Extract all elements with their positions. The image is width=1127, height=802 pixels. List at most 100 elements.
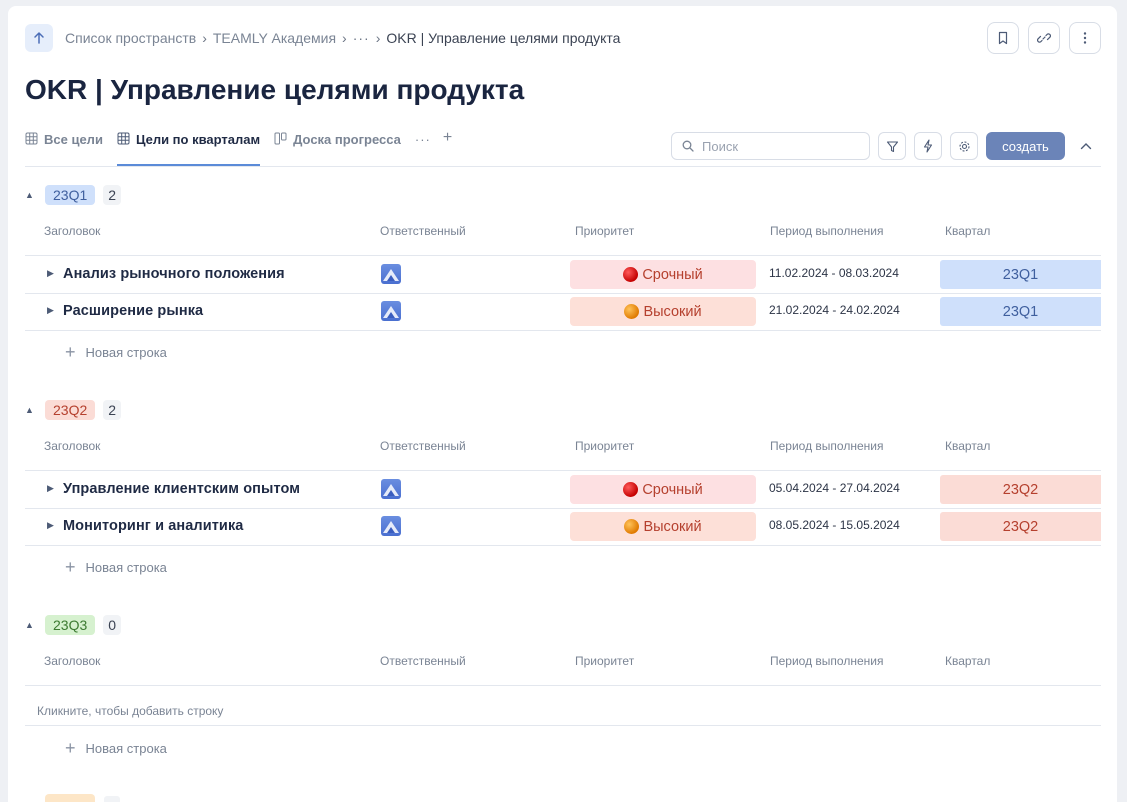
col-period[interactable]: Период выполнения [770,654,883,668]
col-title[interactable]: Заголовок [44,654,100,668]
settings-button[interactable] [950,132,978,160]
col-period[interactable]: Период выполнения [770,224,883,238]
more-options-button[interactable] [1069,22,1101,54]
col-owner[interactable]: Ответственный [380,439,466,453]
quarter-badge: 23Q1 [45,185,96,205]
tab-label: Доска прогресса [293,132,401,147]
expand-triangle-icon[interactable]: ▶ [47,305,54,316]
automation-button[interactable] [914,132,942,160]
copy-link-button[interactable] [1028,22,1060,54]
search-box[interactable] [671,132,870,160]
row-title[interactable]: Мониторинг и аналитика [63,518,243,534]
divider [25,545,1101,546]
col-priority[interactable]: Приоритет [575,439,634,453]
empty-hint[interactable]: Кликните, чтобы добавить строку [37,704,223,718]
period-cell[interactable]: 08.05.2024 - 15.05.2024 [769,518,900,532]
col-owner[interactable]: Ответственный [380,224,466,238]
link-icon [1037,33,1051,43]
new-row-button[interactable]: + Новая строка [65,557,167,578]
priority-cell[interactable]: Срочный [570,260,756,289]
caret-up-icon[interactable]: ▲ [25,405,45,415]
col-quarter[interactable]: Квартал [945,439,990,453]
group-count: 2 [103,185,122,205]
tabs-divider [25,166,1101,167]
caret-up-icon[interactable]: ▲ [25,190,45,200]
breadcrumb: Список пространств › TEAMLY Академия › ·… [65,30,620,46]
row-title[interactable]: Управление клиентским опытом [63,481,300,497]
col-title[interactable]: Заголовок [44,224,100,238]
tab-all-goals[interactable]: Все цели [25,128,103,166]
column-headers: Заголовок Ответственный Приоритет Период… [25,654,1101,674]
kanban-icon [274,132,287,145]
lightning-icon [923,139,933,153]
group-header[interactable]: ▲ 23Q1 2 [25,184,122,206]
col-owner[interactable]: Ответственный [380,654,466,668]
bookmark-icon [998,31,1008,45]
period-cell[interactable]: 21.02.2024 - 24.02.2024 [769,303,900,317]
col-period[interactable]: Период выполнения [770,439,883,453]
chevron-up-icon [1080,143,1092,150]
expand-triangle-icon[interactable]: ▶ [47,520,54,531]
bookmark-button[interactable] [987,22,1019,54]
column-headers: Заголовок Ответственный Приоритет Период… [25,439,1101,459]
divider [25,725,1101,726]
navigate-up-button[interactable] [25,24,53,52]
filter-button[interactable] [878,132,906,160]
collapse-toolbar-button[interactable] [1074,134,1098,158]
avatar[interactable] [381,264,401,284]
quarter-cell[interactable]: 23Q1 [940,297,1101,326]
divider [25,330,1101,331]
orange-circle-icon [624,519,640,534]
priority-cell[interactable]: Высокий [570,297,756,326]
priority-label: Срочный [642,266,703,283]
quarter-cell[interactable]: 23Q2 [940,512,1101,541]
row-title[interactable]: Расширение рынка [63,303,203,319]
priority-label: Высокий [643,518,702,535]
row-title[interactable]: Анализ рыночного положения [63,266,285,282]
new-row-label: Новая строка [85,560,167,575]
period-cell[interactable]: 11.02.2024 - 08.03.2024 [769,266,899,280]
add-tab-button[interactable]: + [443,129,452,147]
expand-triangle-icon[interactable]: ▶ [47,268,54,279]
col-quarter[interactable]: Квартал [945,224,990,238]
priority-cell[interactable]: Срочный [570,475,756,504]
table-row[interactable]: ▶ Управление клиентским опытом Срочный 0… [25,471,1101,508]
table-row[interactable]: ▶ Анализ рыночного положения Срочный 11.… [25,256,1101,293]
col-title[interactable]: Заголовок [44,439,100,453]
new-row-button[interactable]: + Новая строка [65,342,167,363]
tab-progress-board[interactable]: Доска прогресса [274,128,401,166]
group-23q1: ▲ 23Q1 2 Заголовок Ответственный Приорит… [25,184,1101,364]
plus-icon: + [65,342,76,362]
new-row-button[interactable]: + Новая строка [65,738,167,759]
breadcrumb-more[interactable]: ··· [353,30,370,46]
expand-triangle-icon[interactable]: ▶ [47,483,54,494]
group-count: 0 [103,615,122,635]
breadcrumb-academy[interactable]: TEAMLY Академия [213,30,336,46]
group-header[interactable]: ▲ 23Q3 0 [25,614,122,636]
group-header[interactable]: ▲ 23Q2 2 [25,399,122,421]
tabs-more-button[interactable]: ··· [415,132,431,147]
next-group-badge [45,794,95,802]
avatar[interactable] [381,516,401,536]
search-input[interactable] [702,138,862,154]
period-cell[interactable]: 05.04.2024 - 27.04.2024 [769,481,900,495]
col-quarter[interactable]: Квартал [945,654,990,668]
quarter-cell[interactable]: 23Q2 [940,475,1101,504]
new-row-label: Новая строка [85,345,167,360]
breadcrumb-spaces[interactable]: Список пространств [65,30,196,46]
group-count: 2 [103,400,122,420]
col-priority[interactable]: Приоритет [575,224,634,238]
create-button[interactable]: создать [986,132,1065,160]
col-priority[interactable]: Приоритет [575,654,634,668]
avatar[interactable] [381,479,401,499]
caret-up-icon[interactable]: ▲ [25,620,45,630]
group-23q3: ▲ 23Q3 0 Заголовок Ответственный Приорит… [25,614,1101,774]
tab-goals-by-quarter[interactable]: Цели по кварталам [116,128,261,166]
priority-cell[interactable]: Высокий [570,512,756,541]
group-23q2: ▲ 23Q2 2 Заголовок Ответственный Приорит… [25,399,1101,579]
quarter-cell[interactable]: 23Q1 [940,260,1101,289]
page-title: OKR | Управление целями продукта [25,74,525,105]
table-row[interactable]: ▶ Расширение рынка Высокий 21.02.2024 - … [25,293,1101,330]
table-row[interactable]: ▶ Мониторинг и аналитика Высокий 08.05.2… [25,508,1101,545]
avatar[interactable] [381,301,401,321]
